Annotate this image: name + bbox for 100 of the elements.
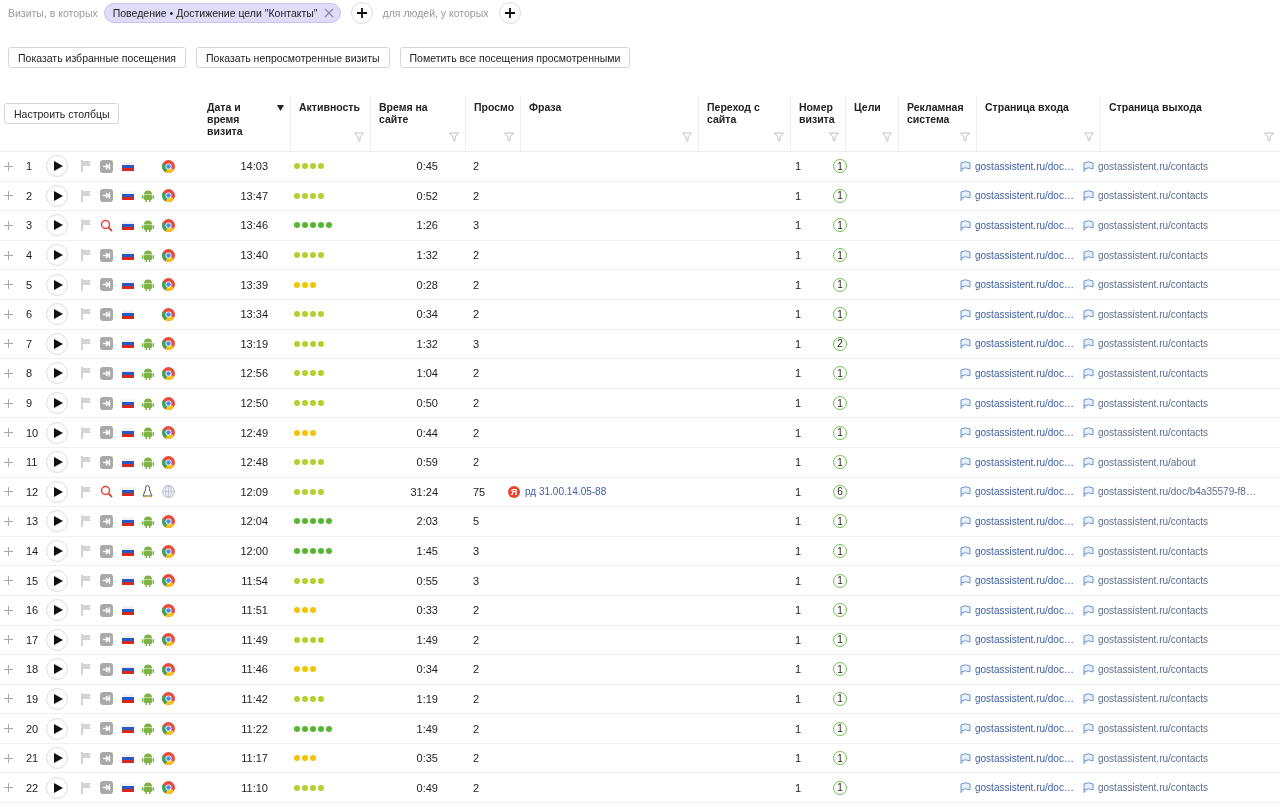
entry-page-link[interactable]: gostassistent.ru/doc…: [975, 604, 1074, 616]
play-button[interactable]: [46, 451, 68, 474]
exit-page-link[interactable]: gostassistent.ru/about: [1098, 456, 1196, 468]
action-button[interactable]: Пометить все посещения просмотренными: [399, 47, 631, 68]
play-button[interactable]: [46, 214, 68, 237]
entry-page-link[interactable]: gostassistent.ru/doc…: [975, 367, 1074, 379]
add-condition-button[interactable]: [498, 2, 521, 24]
filter-icon[interactable]: [682, 132, 692, 142]
expand-icon[interactable]: [4, 250, 13, 260]
flag-icon[interactable]: [81, 633, 92, 646]
exit-page-link[interactable]: gostassistent.ru/contacts: [1098, 604, 1209, 616]
exit-page-link[interactable]: gostassistent.ru/contacts: [1098, 338, 1209, 350]
expand-icon[interactable]: [4, 664, 13, 674]
flag-icon[interactable]: [81, 485, 92, 498]
flag-icon[interactable]: [81, 574, 92, 587]
entry-page-link[interactable]: gostassistent.ru/doc…: [975, 190, 1074, 202]
exit-page-link[interactable]: gostassistent.ru/contacts: [1098, 397, 1209, 409]
play-button[interactable]: [46, 273, 68, 296]
flag-icon[interactable]: [81, 752, 92, 765]
exit-page-link[interactable]: gostassistent.ru/contacts: [1098, 545, 1209, 557]
play-button[interactable]: [46, 392, 68, 415]
flag-icon[interactable]: [81, 160, 92, 173]
flag-icon[interactable]: [81, 663, 92, 676]
entry-page-link[interactable]: gostassistent.ru/doc…: [975, 220, 1074, 231]
expand-icon[interactable]: [4, 309, 13, 319]
action-button[interactable]: Показать избранные посещения: [8, 47, 187, 68]
expand-icon[interactable]: [4, 280, 13, 290]
column-header[interactable]: Страница выхода: [1100, 95, 1280, 151]
filter-icon[interactable]: [354, 132, 364, 142]
filter-icon[interactable]: [504, 132, 514, 142]
entry-page-link[interactable]: gostassistent.ru/doc…: [975, 249, 1074, 261]
entry-page-link[interactable]: gostassistent.ru/doc…: [975, 308, 1074, 320]
expand-icon[interactable]: [4, 546, 13, 556]
exit-page-link[interactable]: gostassistent.ru/contacts: [1098, 723, 1209, 735]
close-icon[interactable]: [323, 8, 334, 18]
play-button[interactable]: [46, 747, 68, 770]
column-header[interactable]: Переход с сайта: [698, 95, 790, 151]
expand-icon[interactable]: [4, 339, 13, 349]
filter-icon[interactable]: [960, 132, 970, 142]
expand-icon[interactable]: [4, 576, 13, 586]
search-phrase-link[interactable]: рд 31.00.14.05-88: [525, 486, 607, 498]
column-header[interactable]: Время на сайте: [370, 95, 465, 151]
play-button[interactable]: [46, 658, 68, 681]
entry-page-link[interactable]: gostassistent.ru/doc…: [975, 486, 1074, 498]
entry-page-link[interactable]: gostassistent.ru/doc…: [975, 663, 1074, 675]
filter-chip[interactable]: Поведение • Достижение цели "Контакты": [103, 3, 341, 23]
entry-page-link[interactable]: gostassistent.ru/doc…: [975, 338, 1074, 350]
column-header[interactable]: Рекламная система: [898, 95, 976, 151]
filter-icon[interactable]: [449, 132, 459, 142]
flag-icon[interactable]: [81, 693, 92, 705]
expand-icon[interactable]: [4, 221, 13, 230]
entry-page-link[interactable]: gostassistent.ru/doc…: [975, 693, 1074, 705]
play-button[interactable]: [46, 569, 68, 592]
play-button[interactable]: [46, 510, 68, 533]
filter-icon[interactable]: [774, 132, 784, 142]
expand-icon[interactable]: [4, 398, 13, 408]
entry-page-link[interactable]: gostassistent.ru/doc…: [975, 456, 1074, 468]
column-header[interactable]: Фраза: [520, 95, 698, 151]
column-header[interactable]: Цели: [845, 95, 898, 151]
play-button[interactable]: [46, 776, 68, 799]
exit-page-link[interactable]: gostassistent.ru/contacts: [1098, 160, 1209, 172]
play-button[interactable]: [46, 155, 68, 178]
play-button[interactable]: [46, 332, 68, 355]
action-button[interactable]: Показать непросмотренные визиты: [196, 47, 390, 68]
entry-page-link[interactable]: gostassistent.ru/doc…: [975, 723, 1074, 735]
expand-icon[interactable]: [4, 487, 13, 497]
play-button[interactable]: [46, 540, 68, 562]
expand-icon[interactable]: [4, 428, 13, 438]
exit-page-link[interactable]: gostassistent.ru/contacts: [1098, 752, 1209, 764]
play-button[interactable]: [46, 688, 68, 710]
exit-page-link[interactable]: gostassistent.ru/contacts: [1098, 515, 1209, 527]
flag-icon[interactable]: [81, 722, 92, 735]
exit-page-link[interactable]: gostassistent.ru/contacts: [1098, 367, 1209, 379]
play-button[interactable]: [46, 184, 68, 207]
flag-icon[interactable]: [81, 367, 92, 380]
exit-page-link[interactable]: gostassistent.ru/contacts: [1098, 308, 1209, 320]
expand-icon[interactable]: [4, 635, 13, 645]
flag-icon[interactable]: [81, 219, 92, 232]
column-header[interactable]: Просмо: [465, 95, 520, 151]
flag-icon[interactable]: [81, 426, 92, 439]
column-header[interactable]: Страница входа: [976, 95, 1100, 151]
play-button[interactable]: [46, 480, 68, 503]
play-button[interactable]: [46, 628, 68, 651]
play-button[interactable]: [46, 303, 68, 326]
filter-icon[interactable]: [1264, 132, 1274, 142]
expand-icon[interactable]: [4, 605, 13, 615]
expand-icon[interactable]: [4, 753, 13, 763]
expand-icon[interactable]: [4, 516, 13, 526]
entry-page-link[interactable]: gostassistent.ru/doc…: [975, 397, 1074, 409]
expand-icon[interactable]: [4, 783, 13, 793]
flag-icon[interactable]: [81, 278, 92, 291]
column-header[interactable]: Дата и время визита: [200, 95, 290, 151]
exit-page-link[interactable]: gostassistent.ru/contacts: [1098, 220, 1209, 231]
filter-icon[interactable]: [882, 132, 892, 142]
exit-page-link[interactable]: gostassistent.ru/contacts: [1098, 427, 1209, 439]
flag-icon[interactable]: [81, 249, 92, 262]
filter-icon[interactable]: [1084, 132, 1094, 142]
exit-page-link[interactable]: gostassistent.ru/doc/b4a35579-f8…: [1098, 486, 1256, 498]
filter-icon[interactable]: [829, 132, 839, 142]
sort-icon[interactable]: [277, 105, 284, 111]
